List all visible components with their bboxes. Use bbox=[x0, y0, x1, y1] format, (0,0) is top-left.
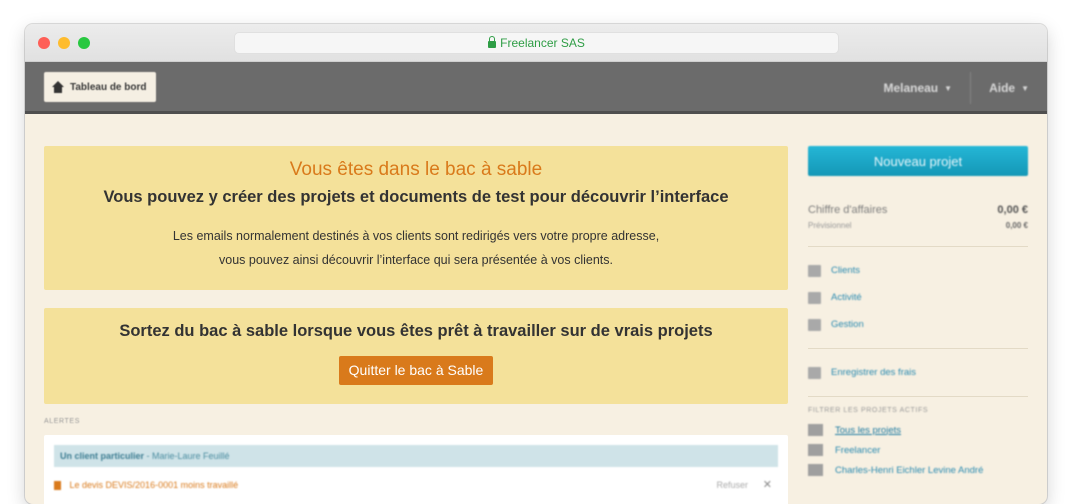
help-menu[interactable]: Aide ▼ bbox=[971, 81, 1047, 95]
address-text: Freelancer SAS bbox=[500, 36, 585, 50]
alert-row[interactable]: Le devis DEVIS/2016-0001 moins travaillé… bbox=[54, 475, 778, 495]
filter-freelancer[interactable]: Freelancer bbox=[808, 440, 1028, 460]
sidebar-item-label: Activité bbox=[831, 292, 862, 303]
forecast-label: Prévisionnel bbox=[808, 221, 852, 230]
filter-all-projects[interactable]: Tous les projets bbox=[808, 420, 1028, 440]
help-menu-label: Aide bbox=[989, 81, 1016, 95]
close-window-icon[interactable] bbox=[38, 37, 50, 49]
sidebar-item-label: Gestion bbox=[831, 319, 864, 330]
users-icon bbox=[808, 264, 821, 277]
filter-client[interactable]: Charles-Henri Eichler Levine André bbox=[808, 460, 1028, 480]
revenue-summary: Chiffre d'affaires 0,00 € Prévisionnel 0… bbox=[808, 204, 1028, 236]
filter-label: FILTRER LES PROJETS ACTIFS bbox=[808, 407, 929, 414]
caret-down-icon: ▼ bbox=[944, 83, 953, 93]
sandbox-line-1: Les emails normalement destinés à vos cl… bbox=[172, 229, 660, 243]
filter-item-label: Charles-Henri Eichler Levine André bbox=[835, 464, 984, 476]
sidebar-links: Clients Activité Gestion bbox=[808, 257, 1028, 338]
exit-sandbox-title: Sortez du bac à sable lorsque vous êtes … bbox=[119, 322, 713, 340]
folder-icon bbox=[808, 444, 823, 456]
sandbox-title: Vous êtes dans le bac à sable bbox=[289, 159, 543, 180]
briefcase-icon bbox=[808, 318, 821, 331]
sandbox-subtitle: Vous pouvez y créer des projets et docum… bbox=[103, 188, 729, 206]
alert-client-header[interactable]: Un client particulier - Marie-Laure Feui… bbox=[54, 445, 778, 467]
exit-sandbox-button[interactable]: Quitter le bac à Sable bbox=[338, 356, 494, 385]
filter-item-label: Freelancer bbox=[835, 444, 881, 456]
alert-client-name: Un client particulier bbox=[60, 451, 145, 461]
alerts-label: ALERTES bbox=[44, 418, 80, 425]
filter-item-label: Tous les projets bbox=[835, 424, 902, 436]
dashboard-button[interactable]: Tableau de bord bbox=[44, 72, 156, 102]
house-icon bbox=[52, 81, 64, 93]
user-menu-label: Melaneau bbox=[883, 81, 939, 95]
sidebar-divider bbox=[808, 348, 1028, 349]
main-content: Vous êtes dans le bac à sable Vous pouve… bbox=[44, 146, 788, 404]
alert-row-action[interactable]: Refuser bbox=[716, 475, 748, 495]
navbar-right: Melaneau ▼ Aide ▼ bbox=[865, 62, 1047, 114]
sandbox-line-2: vous pouvez ainsi découvrir l’interface … bbox=[219, 253, 613, 267]
folder-icon bbox=[808, 424, 823, 436]
sidebar-divider bbox=[808, 246, 1028, 247]
sidebar: Nouveau projet Chiffre d'affaires 0,00 €… bbox=[808, 146, 1028, 480]
alert-contact-name: - Marie-Laure Feuillé bbox=[144, 451, 230, 461]
sidebar-item-activity[interactable]: Activité bbox=[808, 284, 1028, 311]
revenue-value: 0,00 € bbox=[997, 204, 1028, 216]
project-filters: FILTRER LES PROJETS ACTIFS Tous les proj… bbox=[808, 407, 1028, 480]
sidebar-item-clients[interactable]: Clients bbox=[808, 257, 1028, 284]
browser-window: Freelancer SAS Tableau de bord Melaneau … bbox=[25, 24, 1047, 504]
top-navbar: Tableau de bord Melaneau ▼ Aide ▼ bbox=[25, 62, 1047, 114]
exit-sandbox-panel: Sortez du bac à sable lorsque vous êtes … bbox=[44, 308, 788, 404]
caret-down-icon: ▼ bbox=[1021, 83, 1029, 93]
new-project-button[interactable]: Nouveau projet bbox=[808, 146, 1028, 176]
record-expenses-link[interactable]: Enregistrer des frais bbox=[808, 359, 1028, 386]
address-bar[interactable]: Freelancer SAS bbox=[234, 32, 839, 54]
sidebar-item-management[interactable]: Gestion bbox=[808, 311, 1028, 338]
dashboard-label: Tableau de bord bbox=[70, 81, 147, 93]
alerts-box: Un client particulier - Marie-Laure Feui… bbox=[44, 435, 788, 504]
sandbox-notice: Vous êtes dans le bac à sable Vous pouve… bbox=[44, 146, 788, 290]
receipt-icon bbox=[808, 366, 821, 379]
maximize-window-icon[interactable] bbox=[78, 37, 90, 49]
sandbox-description: Les emails normalement destinés à vos cl… bbox=[44, 224, 788, 272]
chart-icon bbox=[808, 291, 821, 304]
record-expenses-label: Enregistrer des frais bbox=[831, 367, 917, 378]
minimize-window-icon[interactable] bbox=[58, 37, 70, 49]
sidebar-divider bbox=[808, 396, 1028, 397]
sidebar-item-label: Clients bbox=[831, 265, 861, 276]
close-icon[interactable]: ✕ bbox=[763, 475, 772, 495]
user-menu[interactable]: Melaneau ▼ bbox=[865, 81, 970, 95]
browser-titlebar: Freelancer SAS bbox=[25, 24, 1047, 62]
folder-icon bbox=[808, 464, 823, 476]
revenue-label: Chiffre d'affaires bbox=[808, 204, 888, 216]
lock-icon bbox=[488, 36, 497, 48]
forecast-value: 0,00 € bbox=[1005, 221, 1028, 230]
